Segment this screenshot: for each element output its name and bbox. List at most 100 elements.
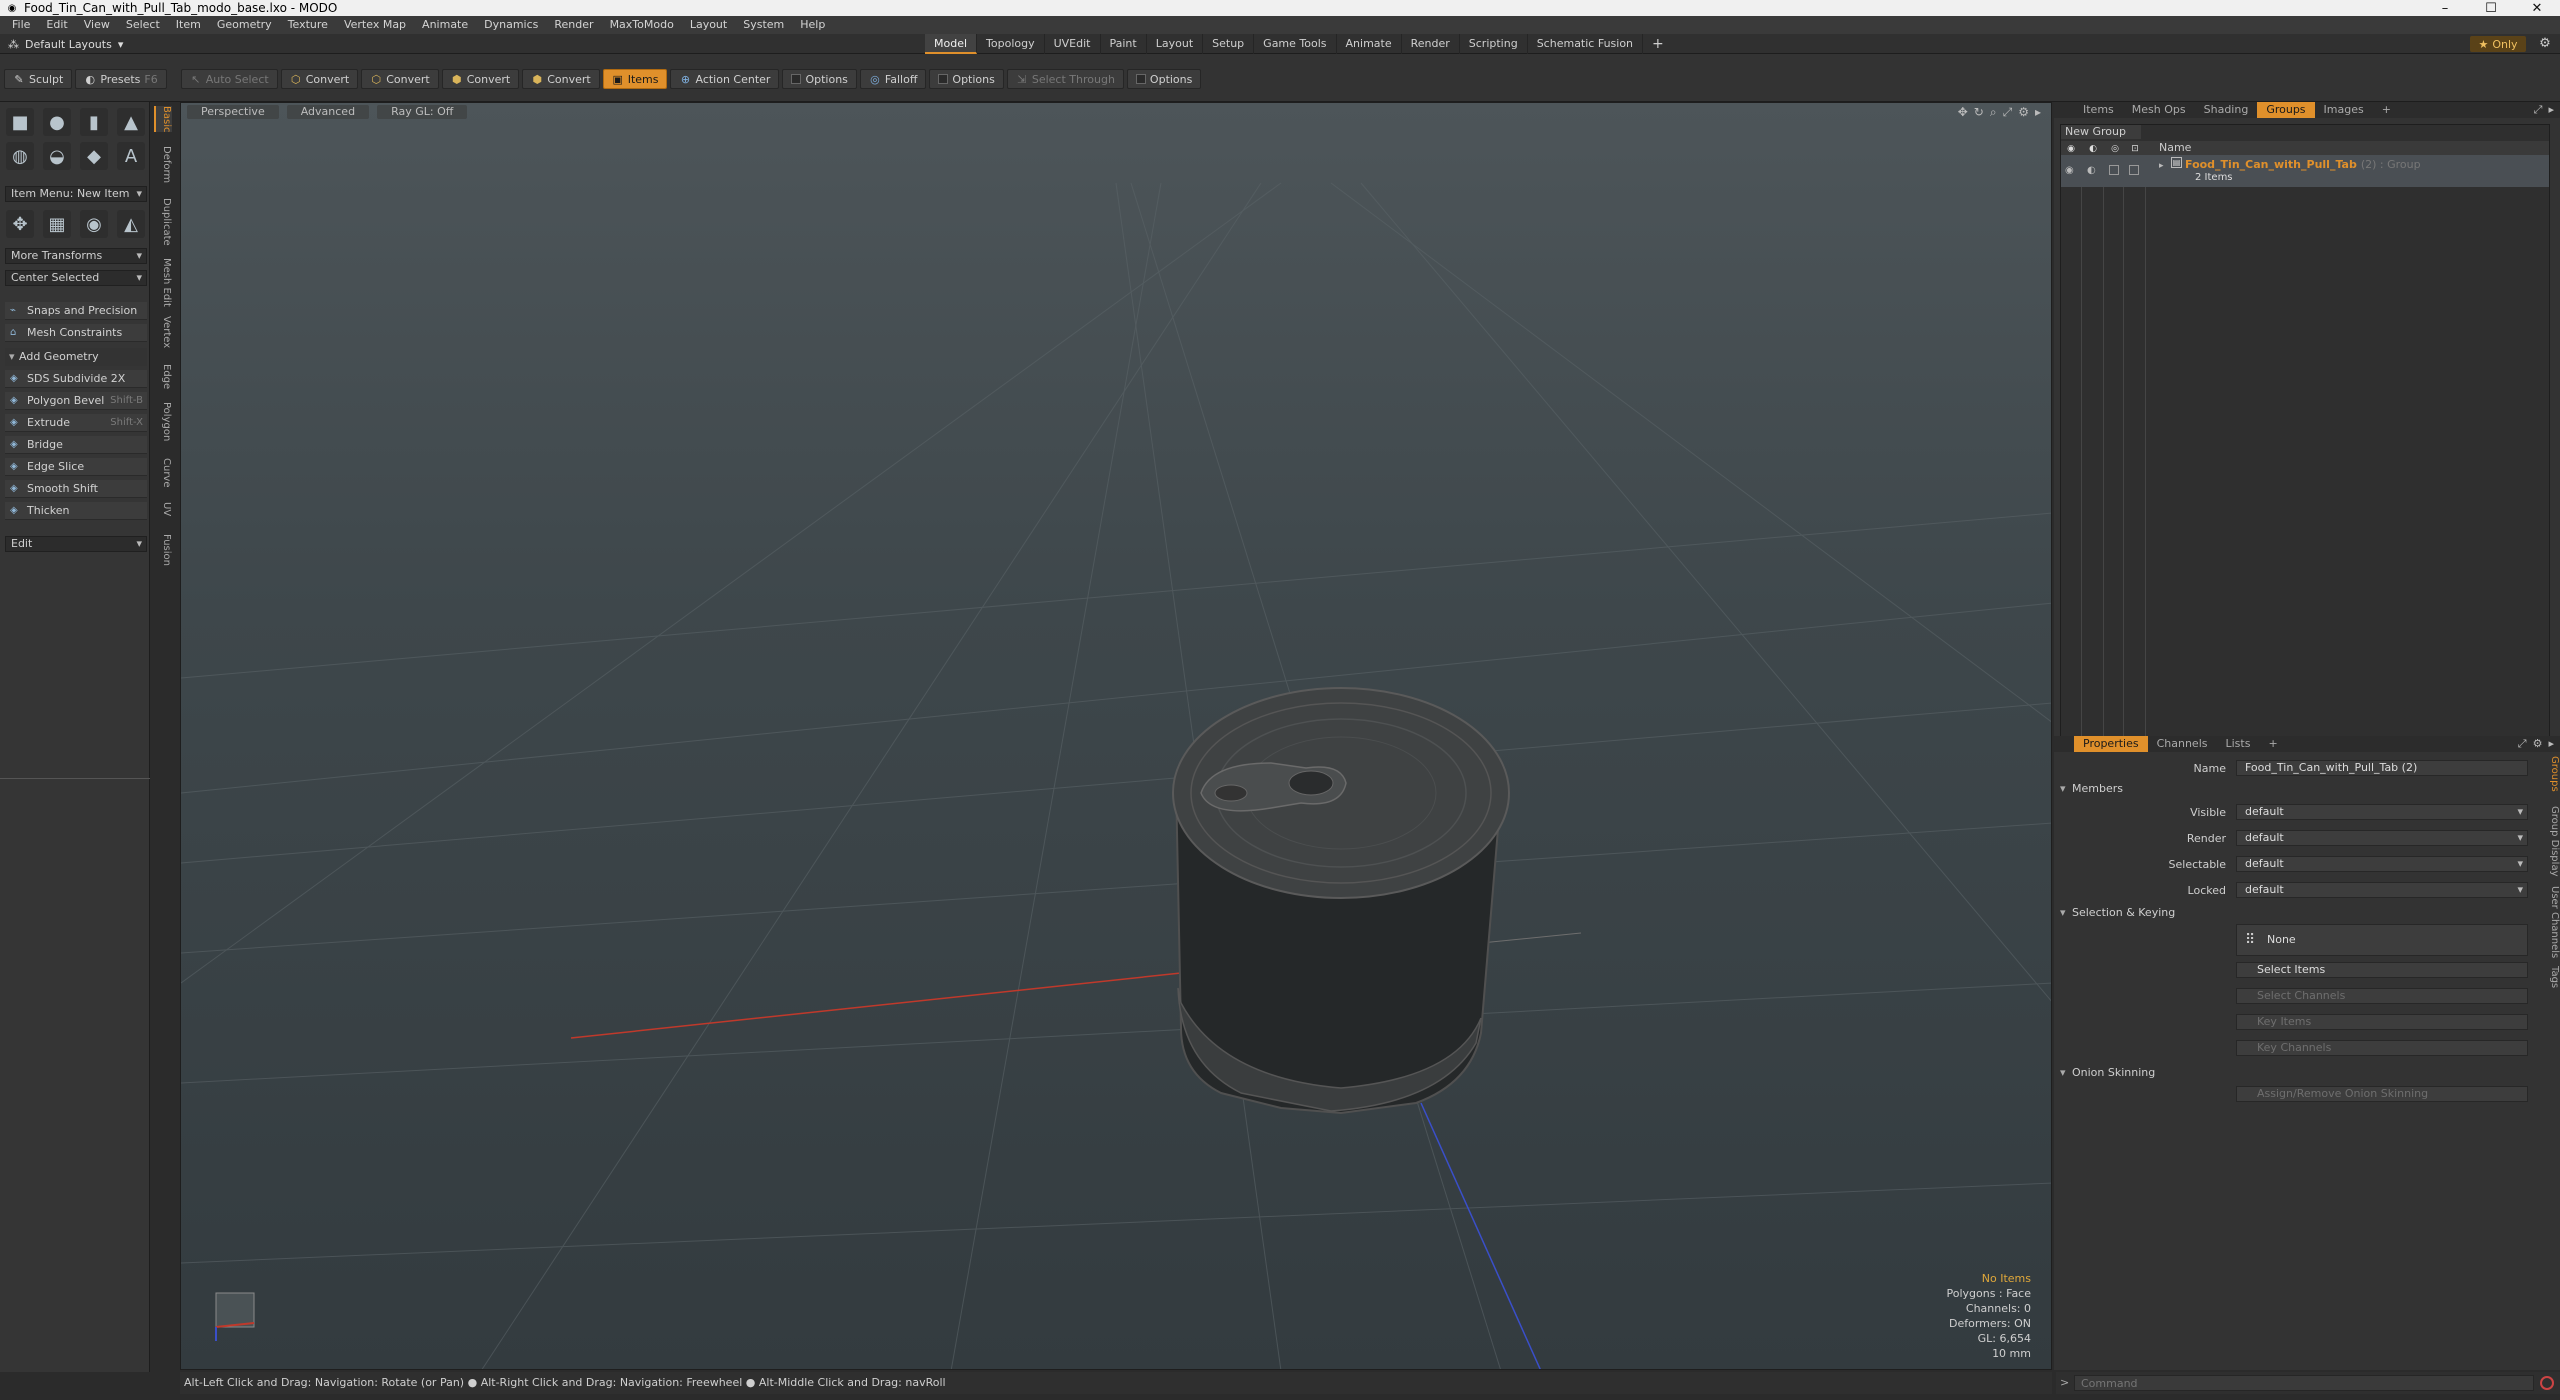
select-through-button[interactable]: ⇲ Select Through xyxy=(1006,69,1124,89)
menu-render[interactable]: Render xyxy=(546,16,601,34)
props-arrow-icon[interactable]: ▸ xyxy=(2548,737,2554,751)
menu-file[interactable]: File xyxy=(4,16,38,34)
vtab-edge[interactable]: Edge xyxy=(154,364,172,389)
select-items-button[interactable]: Select Items xyxy=(2236,962,2528,978)
auto-select-button[interactable]: ↖ Auto Select xyxy=(180,69,278,89)
tab-lists[interactable]: Lists xyxy=(2217,736,2260,752)
polygon-bevel-button[interactable]: ◈ Polygon Bevel Shift-B xyxy=(5,392,147,410)
menu-geometry[interactable]: Geometry xyxy=(209,16,280,34)
render-icon[interactable]: ◐ xyxy=(2087,142,2099,154)
capsule-icon[interactable]: ◒ xyxy=(43,142,71,170)
tab-uvedit[interactable]: UVEdit xyxy=(1045,34,1101,54)
vtab-fusion[interactable]: Fusion xyxy=(154,534,172,566)
torus-icon[interactable]: ◍ xyxy=(6,142,34,170)
add-layout-tab-button[interactable]: + xyxy=(1643,34,1673,54)
close-button[interactable]: ✕ xyxy=(2514,0,2560,16)
pan-icon[interactable]: ✥ xyxy=(1958,105,1968,120)
panel-arrow-icon[interactable]: ▸ xyxy=(2548,103,2554,117)
sds-subdivide-button[interactable]: ◈ SDS Subdivide 2X xyxy=(5,370,147,388)
tab-properties[interactable]: Properties xyxy=(2074,736,2148,752)
new-group-button[interactable]: New Group xyxy=(2061,125,2141,139)
group-name-field[interactable]: Food_Tin_Can_with_Pull_Tab (2) xyxy=(2236,760,2528,776)
gear-icon[interactable]: ⚙ xyxy=(2536,36,2554,52)
tab-schematic-fusion[interactable]: Schematic Fusion xyxy=(1528,34,1644,54)
members-section[interactable]: Members xyxy=(2060,782,2123,795)
props-expand-icon[interactable]: ⤢ xyxy=(2518,737,2527,751)
vtab-user-channels[interactable]: User Channels xyxy=(2546,886,2560,958)
smooth-shift-button[interactable]: ◈ Smooth Shift xyxy=(5,480,147,498)
tab-paint[interactable]: Paint xyxy=(1101,34,1147,54)
vtab-duplicate[interactable]: Duplicate xyxy=(154,198,172,246)
tab-setup[interactable]: Setup xyxy=(1203,34,1255,54)
convert-edges-button[interactable]: ⬡ Convert xyxy=(361,69,439,89)
convert-vertices-button[interactable]: ⬡ Convert xyxy=(280,69,359,89)
tab-scripting[interactable]: Scripting xyxy=(1460,34,1528,54)
vtab-deform[interactable]: Deform xyxy=(154,146,172,183)
vtab-groups[interactable]: Groups xyxy=(2546,756,2560,792)
tab-game-tools[interactable]: Game Tools xyxy=(1254,34,1337,54)
bridge-button[interactable]: ◈ Bridge xyxy=(5,436,147,454)
zoom-icon[interactable]: ⌕ xyxy=(1990,105,1997,120)
select-channels-button[interactable]: Select Channels xyxy=(2236,988,2528,1004)
maximize-button[interactable]: ☐ xyxy=(2468,0,2514,16)
viewport-menu-arrow-icon[interactable]: ▸ xyxy=(2035,105,2041,120)
tab-topology[interactable]: Topology xyxy=(977,34,1045,54)
view-perspective-button[interactable]: Perspective xyxy=(187,105,279,119)
tab-images[interactable]: Images xyxy=(2315,102,2373,118)
menu-edit[interactable]: Edit xyxy=(38,16,75,34)
sphere-icon[interactable]: ● xyxy=(43,108,71,136)
plane-icon[interactable]: ◆ xyxy=(80,142,108,170)
vtab-polygon[interactable]: Polygon xyxy=(154,402,172,441)
vtab-mesh-edit[interactable]: Mesh Edit xyxy=(154,258,172,307)
menu-dynamics[interactable]: Dynamics xyxy=(476,16,546,34)
default-layouts-dropdown[interactable]: ⁂ Default Layouts ▾ xyxy=(8,36,123,52)
record-macro-icon[interactable] xyxy=(2540,1376,2554,1390)
locked-dropdown[interactable]: default xyxy=(2236,882,2528,898)
ray-gl-toggle[interactable]: Ray GL: Off xyxy=(377,105,468,119)
menu-help[interactable]: Help xyxy=(792,16,833,34)
tab-layout[interactable]: Layout xyxy=(1147,34,1204,54)
view-advanced-button[interactable]: Advanced xyxy=(286,105,370,119)
cone-icon[interactable]: ▲ xyxy=(117,108,145,136)
menu-item[interactable]: Item xyxy=(168,16,209,34)
falloff-button[interactable]: ◎ Falloff xyxy=(859,69,927,89)
pyramid-icon[interactable]: ◭ xyxy=(117,210,145,238)
menu-maxtomodo[interactable]: MaxToModo xyxy=(602,16,682,34)
props-gear-icon[interactable]: ⚙ xyxy=(2533,737,2543,751)
text-icon[interactable]: A xyxy=(117,142,145,170)
item-menu-dropdown[interactable]: Item Menu: New Item xyxy=(5,186,147,202)
row-render-icon[interactable]: ◐ xyxy=(2087,165,2096,176)
add-geometry-section[interactable]: Add Geometry xyxy=(5,348,147,366)
action-center-options-button[interactable]: Options xyxy=(782,69,857,89)
sculpt-button[interactable]: ✎ Sculpt xyxy=(4,69,73,89)
tab-groups[interactable]: Groups xyxy=(2257,102,2315,118)
items-mode-button[interactable]: ▣ Items xyxy=(602,69,668,89)
menu-view[interactable]: View xyxy=(76,16,118,34)
tab-animate[interactable]: Animate xyxy=(1337,34,1402,54)
grid-icon[interactable]: ▦ xyxy=(43,210,71,238)
extrude-button[interactable]: ◈ Extrude Shift-X xyxy=(5,414,147,432)
edge-slice-button[interactable]: ◈ Edge Slice xyxy=(5,458,147,476)
row-eye-icon[interactable]: ◉ xyxy=(2065,165,2074,176)
selectable-dropdown[interactable]: default xyxy=(2236,856,2528,872)
eye-icon[interactable]: ◉ xyxy=(2065,142,2077,154)
select-through-options-button[interactable]: Options xyxy=(1126,69,1202,89)
select-icon[interactable]: ◎ xyxy=(2109,142,2121,154)
only-toggle-button[interactable]: ★ Only xyxy=(2470,36,2526,52)
selection-set-none-button[interactable]: ⠿ None xyxy=(2236,924,2528,956)
render-dropdown[interactable]: default xyxy=(2236,830,2528,846)
edit-dropdown[interactable]: Edit xyxy=(5,536,147,552)
tab-model[interactable]: Model xyxy=(925,34,978,54)
vtab-vertex[interactable]: Vertex xyxy=(154,316,172,348)
group-row[interactable]: ◉ ◐ ▸ ▤ Food_Tin_Can_with_Pull_Tab (2) : … xyxy=(2061,155,2549,187)
assign-onion-skinning-button[interactable]: Assign/Remove Onion Skinning xyxy=(2236,1086,2528,1102)
add-scene-tab-button[interactable]: + xyxy=(2373,102,2400,118)
globe-icon[interactable]: ◉ xyxy=(80,210,108,238)
menu-animate[interactable]: Animate xyxy=(414,16,476,34)
selection-keying-section[interactable]: Selection & Keying xyxy=(2060,906,2175,919)
lock-icon[interactable]: ⊡ xyxy=(2129,142,2141,154)
convert-materials-button[interactable]: ⬢ Convert xyxy=(522,69,600,89)
vtab-group-display[interactable]: Group Display xyxy=(2546,806,2560,876)
command-input[interactable] xyxy=(2074,1375,2534,1391)
more-transforms-dropdown[interactable]: More Transforms xyxy=(5,248,147,264)
